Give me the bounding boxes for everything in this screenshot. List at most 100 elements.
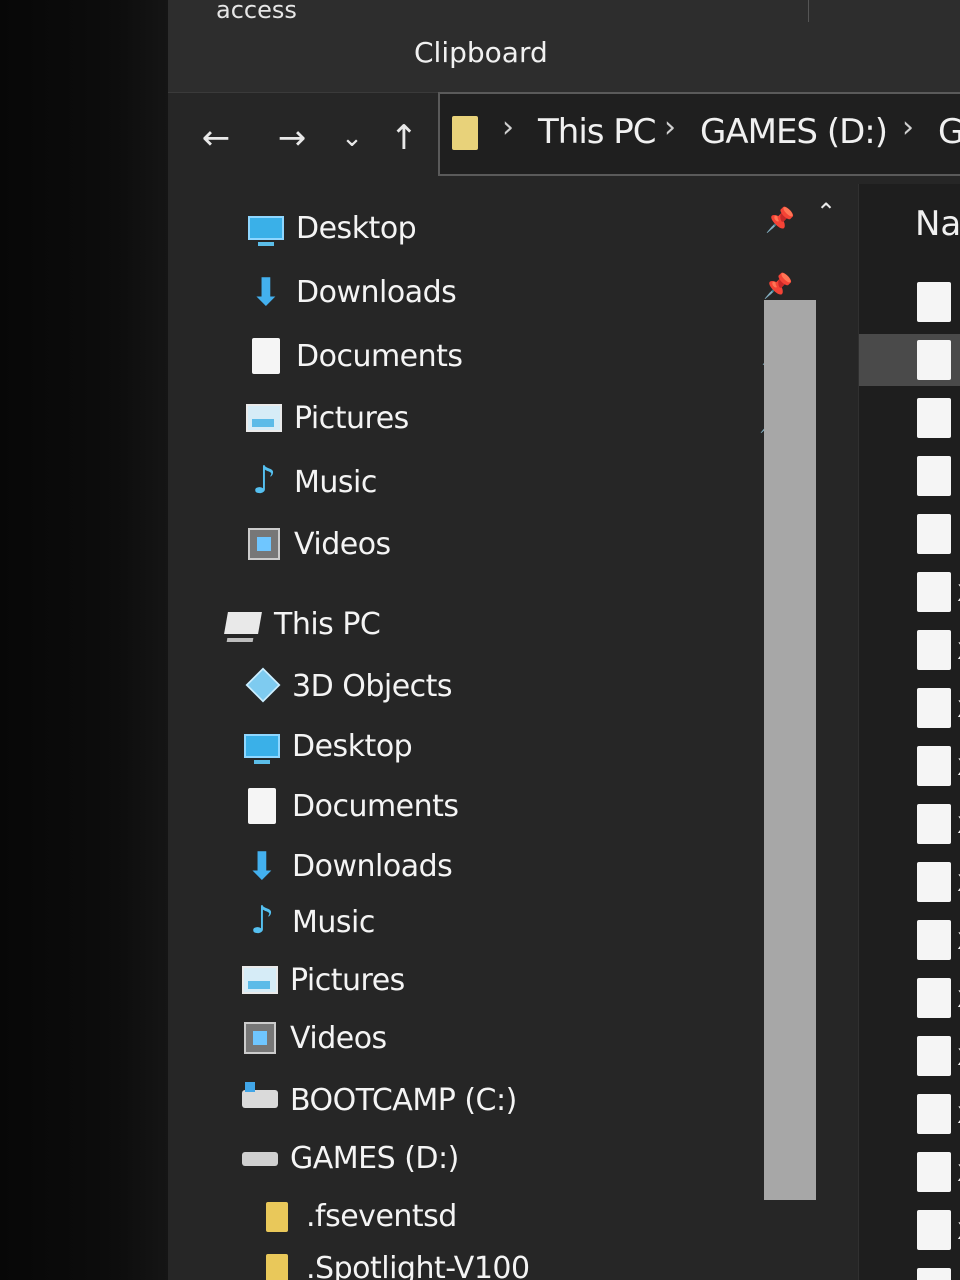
windows-drive-icon — [240, 1080, 280, 1120]
recent-locations-button[interactable]: ⌄ — [330, 116, 374, 160]
chevron-down-icon: ⌄ — [341, 123, 363, 153]
videos-icon — [240, 1018, 280, 1058]
column-header-name[interactable]: Na — [915, 204, 960, 244]
nav-fseventsd-folder[interactable]: .fseventsd — [256, 1190, 457, 1242]
desktop-icon — [246, 208, 286, 248]
file-list-row[interactable]: x — [859, 740, 960, 792]
ribbon: access Clipboard — [168, 0, 960, 93]
up-button[interactable]: ↑ — [382, 116, 426, 160]
nav-item-label: Documents — [292, 788, 459, 824]
breadcrumb-separator-icon: › — [664, 110, 676, 145]
navigation-pane: ⌃ Desktop 📌 ⬇ Downloads 📌 Documents 📌 Pi… — [168, 184, 836, 1280]
file-list-row[interactable] — [859, 334, 960, 386]
ribbon-access-label[interactable]: access — [216, 0, 297, 24]
monitor-bezel — [0, 0, 168, 1280]
drive-icon — [240, 1138, 280, 1178]
nav-item-label: Documents — [296, 338, 463, 374]
file-icon — [917, 920, 951, 960]
quick-access-videos[interactable]: Videos — [244, 518, 391, 570]
file-list-row[interactable]: x6 — [859, 1146, 960, 1198]
nav-this-pc[interactable]: This PC — [224, 598, 381, 650]
file-list-row[interactable]: x6 — [859, 1088, 960, 1140]
nav-documents[interactable]: Documents — [242, 780, 459, 832]
nav-item-label: 3D Objects — [292, 668, 453, 704]
folder-icon — [256, 1196, 296, 1236]
music-icon: ♪ — [250, 898, 275, 942]
quick-access-music[interactable]: ♪ Music — [244, 456, 377, 508]
back-button[interactable]: ← — [194, 116, 238, 160]
file-list-row[interactable] — [859, 450, 960, 502]
pictures-icon — [244, 398, 284, 438]
pin-icon[interactable]: 📌 — [765, 206, 795, 234]
nav-music[interactable]: ♪ Music — [242, 896, 375, 948]
nav-videos[interactable]: Videos — [240, 1012, 387, 1064]
file-icon — [917, 804, 951, 844]
file-list-row[interactable]: x — [859, 798, 960, 850]
nav-item-label: Music — [294, 464, 377, 500]
file-icon — [917, 1094, 951, 1134]
documents-icon — [242, 786, 282, 826]
nav-item-label: GAMES (D:) — [290, 1140, 459, 1176]
documents-icon — [246, 336, 286, 376]
nav-spotlight-folder[interactable]: .Spotlight-V100 — [256, 1242, 530, 1280]
forward-button[interactable]: → — [270, 116, 314, 160]
file-icon — [917, 340, 951, 380]
collapse-chevron-up-icon[interactable]: ⌃ — [816, 198, 836, 226]
file-list-row[interactable]: x64 — [859, 1262, 960, 1280]
file-icon — [917, 398, 951, 438]
file-list-row[interactable]: x6 — [859, 1030, 960, 1082]
file-list-row[interactable]: x64 — [859, 1204, 960, 1256]
nav-item-label: BOOTCAMP (C:) — [290, 1082, 517, 1118]
file-list-row[interactable] — [859, 508, 960, 560]
breadcrumb-current-folder[interactable]: G — [938, 112, 960, 152]
address-bar[interactable]: › This PC › GAMES (D:) › G — [438, 92, 960, 176]
nav-desktop[interactable]: Desktop — [242, 720, 413, 772]
up-arrow-icon: ↑ — [389, 118, 419, 158]
file-list-row[interactable]: x — [859, 856, 960, 908]
back-arrow-icon: ← — [201, 118, 231, 158]
file-icon — [917, 514, 951, 554]
nav-item-label: Desktop — [292, 728, 413, 764]
file-icon — [917, 1152, 951, 1192]
file-icon — [917, 1036, 951, 1076]
file-icon — [917, 1268, 951, 1280]
file-list-row[interactable]: x — [859, 682, 960, 734]
quick-access-pictures[interactable]: Pictures — [244, 392, 409, 444]
file-list-row[interactable]: x — [859, 566, 960, 618]
navigation-pane-scrollbar-thumb[interactable] — [764, 300, 816, 1200]
file-list-row[interactable]: x6 — [859, 914, 960, 966]
nav-games-drive[interactable]: GAMES (D:) — [240, 1132, 459, 1184]
pin-icon[interactable]: 📌 — [763, 272, 793, 300]
breadcrumb-games-drive[interactable]: GAMES (D:) — [700, 112, 888, 152]
file-icon — [917, 282, 951, 322]
nav-item-label: Downloads — [292, 848, 453, 884]
file-icon — [917, 746, 951, 786]
3d-objects-icon — [242, 666, 282, 706]
computer-icon — [224, 604, 264, 644]
quick-access-documents[interactable]: Documents — [246, 330, 463, 382]
nav-item-label: Pictures — [294, 400, 409, 436]
file-list-pane: Na xxxxxxx6x6x6x6x6x64x64 — [858, 184, 960, 1280]
videos-icon — [244, 524, 284, 564]
folder-icon — [452, 116, 478, 150]
file-icon — [917, 688, 951, 728]
nav-downloads[interactable]: ⬇ Downloads — [242, 840, 453, 892]
file-icon — [917, 1210, 951, 1250]
quick-access-desktop[interactable]: Desktop — [246, 202, 417, 254]
music-icon: ♪ — [252, 458, 277, 502]
navigation-bar: ← → ⌄ ↑ › This PC › GAMES (D:) › G — [168, 92, 960, 184]
nav-3d-objects[interactable]: 3D Objects — [242, 660, 453, 712]
ribbon-clipboard-group-label: Clipboard — [414, 36, 548, 69]
file-list-row[interactable]: x — [859, 624, 960, 676]
nav-item-label: Downloads — [296, 274, 457, 310]
quick-access-downloads[interactable]: ⬇ Downloads — [246, 266, 457, 318]
file-list-row[interactable] — [859, 276, 960, 328]
file-list-row[interactable]: x6 — [859, 972, 960, 1024]
breadcrumb-this-pc[interactable]: This PC — [538, 112, 657, 152]
ribbon-divider — [808, 0, 809, 22]
forward-arrow-icon: → — [277, 118, 307, 158]
nav-bootcamp-drive[interactable]: BOOTCAMP (C:) — [240, 1074, 517, 1126]
file-list-row[interactable] — [859, 392, 960, 444]
file-icon — [917, 630, 951, 670]
nav-pictures[interactable]: Pictures — [240, 954, 405, 1006]
